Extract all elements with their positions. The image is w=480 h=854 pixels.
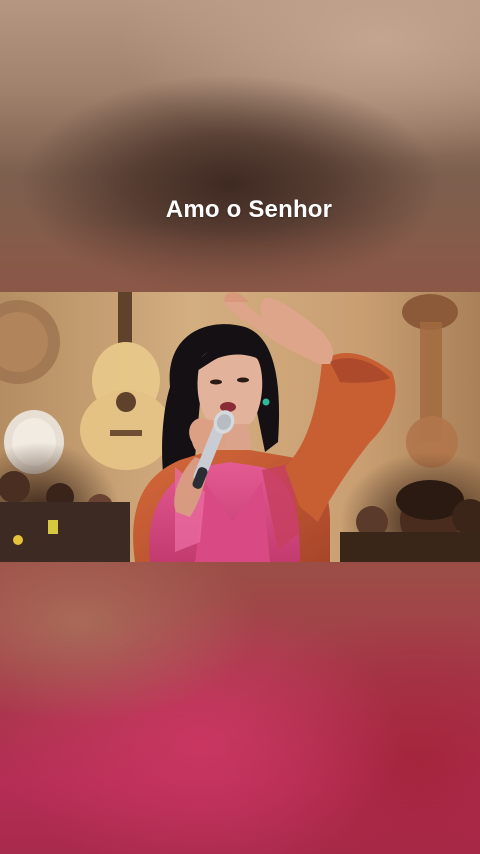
blurred-backdrop-bottom: [0, 562, 480, 854]
video-player-screen[interactable]: Amo o Senhor: [0, 0, 480, 854]
video-frame[interactable]: [0, 292, 480, 562]
performance-still-image: [0, 292, 480, 562]
caption-text: Amo o Senhor: [165, 196, 333, 223]
song-title-caption: Amo o Senhor: [0, 196, 480, 224]
blurred-backdrop-top: [0, 0, 480, 292]
